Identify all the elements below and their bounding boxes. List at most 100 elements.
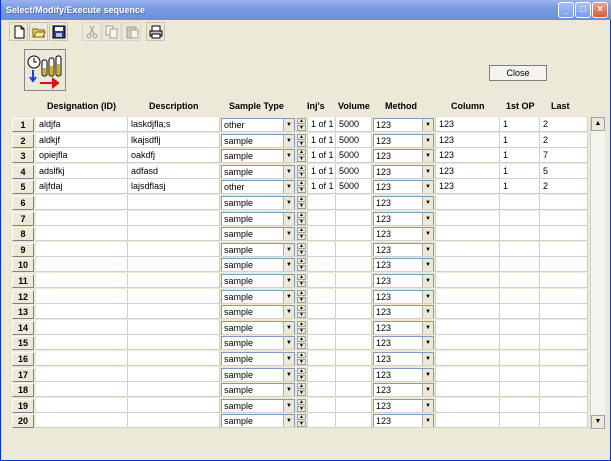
method-select[interactable]: 123 ▼ — [373, 336, 434, 349]
method-select[interactable]: 123 ▼ — [373, 321, 434, 334]
row-number-button[interactable]: 15 — [12, 336, 34, 350]
volume-cell[interactable] — [336, 226, 372, 241]
column-cell[interactable] — [436, 257, 500, 272]
column-cell[interactable] — [436, 382, 500, 397]
method-select[interactable]: 123 ▼ — [373, 258, 434, 271]
designation-cell[interactable] — [36, 273, 128, 288]
column-cell[interactable] — [436, 211, 500, 226]
column-cell[interactable] — [436, 351, 500, 366]
designation-cell[interactable] — [36, 211, 128, 226]
first-op-cell[interactable] — [500, 335, 540, 350]
injs-cell[interactable] — [308, 413, 336, 428]
injs-cell[interactable] — [308, 382, 336, 397]
designation-cell[interactable] — [36, 242, 128, 257]
sample-type-select[interactable]: sample ▼ — [221, 212, 295, 225]
last-cell[interactable]: 5 — [540, 164, 588, 179]
first-op-cell[interactable] — [500, 367, 540, 382]
injs-cell[interactable] — [308, 367, 336, 382]
designation-cell[interactable] — [36, 335, 128, 350]
row-number-button[interactable]: 10 — [12, 258, 34, 272]
last-cell[interactable] — [540, 304, 588, 319]
injs-cell[interactable] — [308, 351, 336, 366]
row-number-button[interactable]: 7 — [12, 212, 34, 226]
sample-type-select[interactable]: sample ▼ — [221, 274, 295, 287]
first-op-cell[interactable] — [500, 351, 540, 366]
row-number-button[interactable]: 3 — [12, 149, 34, 163]
designation-cell[interactable]: adslfkj — [36, 164, 128, 179]
injs-cell[interactable] — [308, 304, 336, 319]
sample-type-select[interactable]: sample ▼ — [221, 196, 295, 209]
method-select[interactable]: 123 ▼ — [373, 399, 434, 412]
row-number-button[interactable]: 2 — [12, 134, 34, 148]
description-cell[interactable] — [128, 335, 220, 350]
injection-spinner[interactable]: ▲ ▼ — [297, 180, 306, 193]
injs-cell[interactable]: 1 of 1 — [308, 133, 336, 148]
close-button[interactable]: Close — [489, 65, 547, 81]
injs-cell[interactable] — [308, 211, 336, 226]
first-op-cell[interactable] — [500, 382, 540, 397]
first-op-cell[interactable] — [500, 289, 540, 304]
sample-type-select[interactable]: sample ▼ — [221, 258, 295, 271]
column-cell[interactable] — [436, 398, 500, 413]
injs-cell[interactable] — [308, 320, 336, 335]
maximize-button[interactable]: □ — [575, 2, 591, 18]
row-number-button[interactable]: 18 — [12, 383, 34, 397]
last-cell[interactable] — [540, 320, 588, 335]
column-cell[interactable] — [436, 413, 500, 428]
method-select[interactable]: 123 ▼ — [373, 305, 434, 318]
designation-cell[interactable] — [36, 257, 128, 272]
column-cell[interactable]: 123 — [436, 117, 500, 132]
description-cell[interactable] — [128, 211, 220, 226]
last-cell[interactable]: 2 — [540, 179, 588, 194]
row-number-button[interactable]: 17 — [12, 368, 34, 382]
injection-spinner[interactable]: ▲ ▼ — [297, 305, 306, 318]
injs-cell[interactable] — [308, 273, 336, 288]
row-number-button[interactable]: 9 — [12, 243, 34, 257]
open-button[interactable] — [29, 22, 48, 41]
volume-cell[interactable] — [336, 335, 372, 350]
description-cell[interactable]: oakdfj — [128, 148, 220, 163]
injection-spinner[interactable]: ▲ ▼ — [297, 414, 306, 427]
designation-cell[interactable] — [36, 351, 128, 366]
designation-cell[interactable]: aldjfa — [36, 117, 128, 132]
description-cell[interactable] — [128, 304, 220, 319]
injection-spinner[interactable]: ▲ ▼ — [297, 165, 306, 178]
column-cell[interactable]: 123 — [436, 164, 500, 179]
column-cell[interactable] — [436, 304, 500, 319]
sample-type-select[interactable]: sample ▼ — [221, 165, 295, 178]
close-window-button[interactable]: × — [592, 2, 608, 18]
row-number-button[interactable]: 20 — [12, 414, 34, 428]
volume-cell[interactable] — [336, 320, 372, 335]
column-cell[interactable]: 123 — [436, 133, 500, 148]
title-bar[interactable]: Select/Modify/Execute sequence _ □ × — [1, 0, 611, 20]
designation-cell[interactable] — [36, 367, 128, 382]
method-select[interactable]: 123 ▼ — [373, 227, 434, 240]
minimize-button[interactable]: _ — [558, 2, 574, 18]
method-select[interactable]: 123 ▼ — [373, 414, 434, 427]
column-cell[interactable] — [436, 335, 500, 350]
row-number-button[interactable]: 13 — [12, 305, 34, 319]
designation-cell[interactable] — [36, 289, 128, 304]
description-cell[interactable] — [128, 320, 220, 335]
row-number-button[interactable]: 19 — [12, 399, 34, 413]
sample-type-select[interactable]: sample ▼ — [221, 352, 295, 365]
last-cell[interactable] — [540, 289, 588, 304]
description-cell[interactable]: lajsdflasj — [128, 179, 220, 194]
method-select[interactable]: 123 ▼ — [373, 118, 434, 131]
volume-cell[interactable]: 5000 — [336, 164, 372, 179]
injection-spinner[interactable]: ▲ ▼ — [297, 149, 306, 162]
row-number-button[interactable]: 6 — [12, 196, 34, 210]
method-select[interactable]: 123 ▼ — [373, 180, 434, 193]
last-cell[interactable] — [540, 398, 588, 413]
first-op-cell[interactable] — [500, 320, 540, 335]
last-cell[interactable] — [540, 257, 588, 272]
last-cell[interactable] — [540, 335, 588, 350]
volume-cell[interactable]: 5000 — [336, 133, 372, 148]
injection-spinner[interactable]: ▲ ▼ — [297, 258, 306, 271]
method-select[interactable]: 123 ▼ — [373, 274, 434, 287]
sample-type-select[interactable]: sample ▼ — [221, 134, 295, 147]
description-cell[interactable] — [128, 367, 220, 382]
description-cell[interactable] — [128, 289, 220, 304]
row-number-button[interactable]: 4 — [12, 165, 34, 179]
row-number-button[interactable]: 16 — [12, 352, 34, 366]
